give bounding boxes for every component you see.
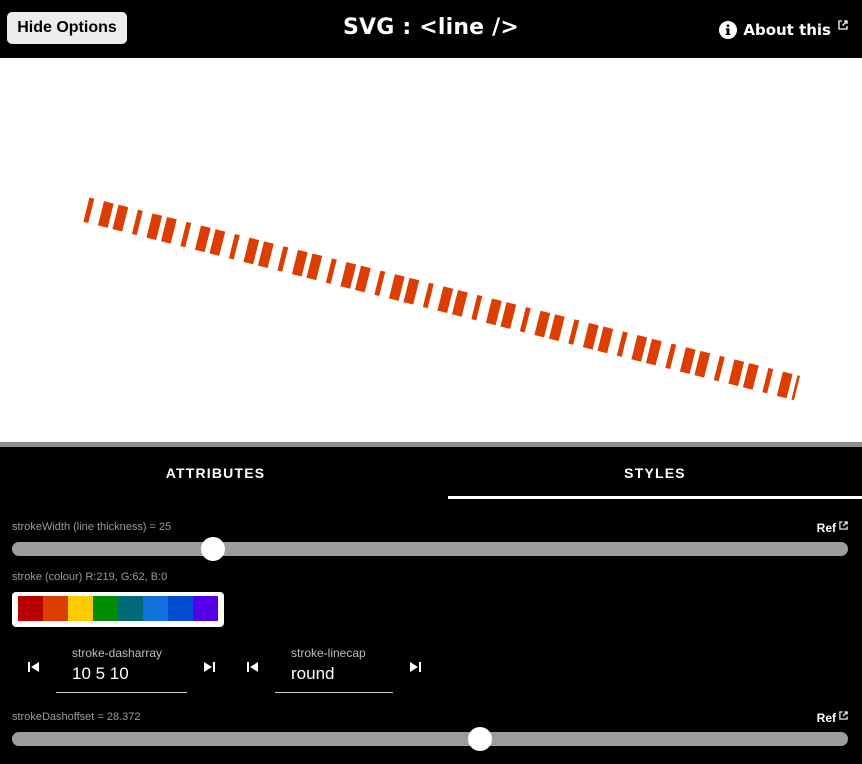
- preview-line: [76, 195, 801, 401]
- colour-swatch[interactable]: [18, 596, 43, 621]
- about-this-label: About this: [743, 21, 831, 39]
- ref-label: Ref: [816, 711, 836, 725]
- dasharray-input[interactable]: 10 5 10: [72, 664, 129, 684]
- options-panel: ATTRIBUTES STYLES strokeWidth (line thic…: [0, 447, 862, 764]
- colour-swatch[interactable]: [168, 596, 193, 621]
- dashoffset-slider-thumb[interactable]: [468, 727, 493, 751]
- about-this-link[interactable]: About this: [719, 20, 848, 40]
- linecap-label: stroke-linecap: [291, 646, 366, 660]
- external-link-icon: [838, 20, 848, 30]
- tab-attributes[interactable]: ATTRIBUTES: [0, 447, 431, 499]
- tab-styles[interactable]: STYLES: [448, 447, 862, 499]
- linecap-previous-icon[interactable]: [245, 659, 261, 675]
- dasharray-next-icon[interactable]: [201, 659, 217, 675]
- stroke-width-slider-thumb[interactable]: [200, 537, 225, 561]
- colour-swatch[interactable]: [43, 596, 68, 621]
- header-bar: Hide Options SVG : <line /> About this: [0, 0, 862, 58]
- svg-canvas: [0, 58, 862, 442]
- colour-swatch[interactable]: [193, 596, 218, 621]
- dashoffset-slider[interactable]: [12, 732, 848, 746]
- colour-swatch[interactable]: [68, 596, 93, 621]
- linecap-next-icon[interactable]: [407, 659, 423, 675]
- info-icon: [719, 21, 738, 39]
- line-preview: [76, 195, 801, 401]
- stroke-width-ref-link[interactable]: Ref: [817, 521, 848, 535]
- dashoffset-ref-link[interactable]: Ref: [817, 711, 848, 725]
- active-tab-indicator: [448, 496, 862, 499]
- colour-swatch[interactable]: [143, 596, 168, 621]
- dasharray-label: stroke-dasharray: [72, 646, 163, 660]
- stroke-colour-label: stroke (colour) R:219, G:62, B:0: [12, 571, 168, 583]
- colour-swatch[interactable]: [93, 596, 118, 621]
- colour-palette: [12, 592, 224, 627]
- dasharray-underline: [56, 692, 187, 693]
- stroke-width-label: strokeWidth (line thickness) = 25: [12, 521, 172, 533]
- colour-swatch[interactable]: [118, 596, 143, 621]
- ref-label: Ref: [816, 521, 836, 535]
- linecap-input[interactable]: round: [291, 664, 334, 684]
- stroke-width-slider[interactable]: [12, 542, 848, 556]
- external-link-icon: [839, 521, 848, 530]
- external-link-icon: [839, 711, 848, 720]
- dasharray-previous-icon[interactable]: [26, 659, 42, 675]
- linecap-underline: [275, 692, 393, 693]
- dashoffset-label: strokeDashoffset = 28.372: [12, 711, 141, 723]
